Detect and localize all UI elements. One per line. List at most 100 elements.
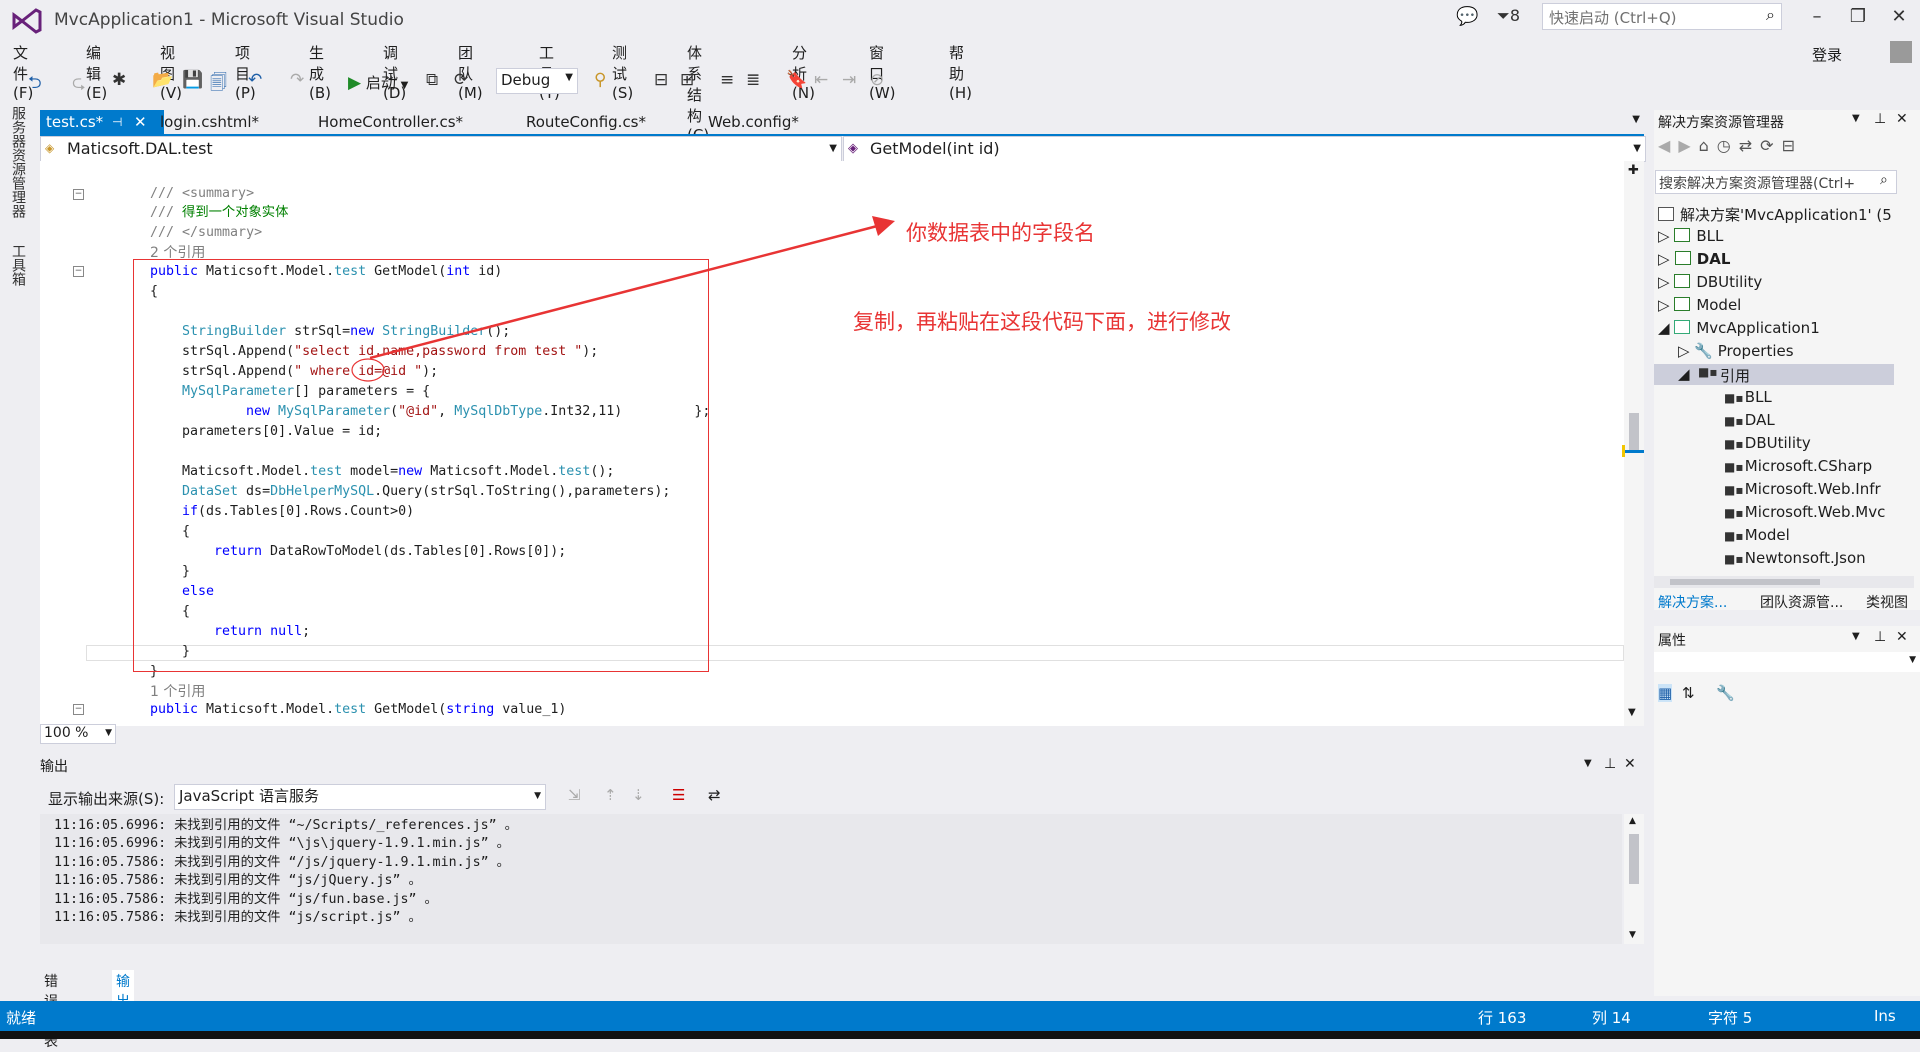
class-navigation-select[interactable]: ◈ Maticsoft.DAL.test ▼ bbox=[40, 136, 842, 162]
panel-menu-icon[interactable]: ▼ bbox=[1852, 113, 1860, 124]
find-message-icon[interactable]: ⇲ bbox=[568, 786, 581, 804]
notification-flag[interactable]: ⏷8 bbox=[1497, 6, 1520, 26]
reference-item[interactable]: ■▪ BLL bbox=[1724, 388, 1772, 406]
start-button[interactable]: ▶ 启动 ▼ bbox=[348, 72, 408, 93]
next-bookmark-icon[interactable]: ⇥ bbox=[842, 70, 856, 90]
prev-message-icon[interactable]: ⇡ bbox=[604, 786, 617, 804]
panel-menu-icon[interactable]: ▼ bbox=[1852, 631, 1860, 642]
output-text-area[interactable]: 11:16:05.6996: 未找到引用的文件 “~/Scripts/_refe… bbox=[40, 814, 1622, 944]
new-project-icon[interactable]: ✱ bbox=[112, 70, 126, 90]
minimize-button[interactable]: – bbox=[1802, 6, 1832, 27]
zoom-select[interactable]: 100 % ▼ bbox=[40, 724, 116, 744]
reference-item[interactable]: ■▪ Microsoft.Web.Infr bbox=[1724, 480, 1881, 498]
forward-icon[interactable]: ⮎ bbox=[72, 70, 86, 99]
pin-icon[interactable]: ⊥ bbox=[1604, 756, 1616, 772]
alphabetical-icon[interactable]: ⇅ bbox=[1682, 684, 1695, 702]
server-explorer-tab[interactable]: 服务器资源管理器 bbox=[8, 106, 28, 218]
forward-icon[interactable]: ▶ bbox=[1678, 136, 1698, 155]
indent-icon[interactable]: ≡ bbox=[720, 70, 734, 90]
attach-icon[interactable]: ⧉ bbox=[426, 70, 438, 90]
tab-overflow-icon[interactable]: ▼ bbox=[1632, 114, 1640, 125]
properties-object-select[interactable]: ▼ bbox=[1654, 652, 1920, 672]
pin-icon[interactable]: ⊥ bbox=[1874, 629, 1886, 645]
comment-icon[interactable]: ⊟ bbox=[654, 70, 668, 90]
tab-homecontroller[interactable]: HomeController.cs* bbox=[312, 110, 469, 135]
quick-launch-input[interactable]: 快速启动 (Ctrl+Q) ⌕ bbox=[1542, 3, 1782, 30]
member-navigation-select[interactable]: ◈ GetModel(int id) ▼ bbox=[843, 136, 1646, 162]
reference-item[interactable]: ■▪ Microsoft.CSharp bbox=[1724, 457, 1872, 475]
reference-item[interactable]: ■▪ DBUtility bbox=[1724, 434, 1811, 452]
outdent-icon[interactable]: ≣ bbox=[746, 70, 760, 90]
next-message-icon[interactable]: ⇣ bbox=[632, 786, 645, 804]
solution-search-input[interactable]: 搜索解决方案资源管理器(Ctrl+ bbox=[1655, 170, 1897, 194]
reference-item[interactable]: ■▪ Newtonsoft.Json bbox=[1724, 549, 1866, 567]
collapse-toggle[interactable]: − bbox=[73, 266, 84, 277]
panel-menu-icon[interactable]: ▼ bbox=[1584, 758, 1592, 769]
save-all-icon[interactable]: 🗐 bbox=[210, 70, 227, 99]
output-scrollbar[interactable]: ▲ ▼ bbox=[1624, 814, 1644, 944]
scroll-down-icon[interactable]: ▼ bbox=[1629, 930, 1636, 940]
collapse-toggle[interactable]: − bbox=[73, 189, 84, 200]
refresh-icon[interactable]: ⟳ bbox=[454, 70, 468, 90]
home-icon[interactable]: ⌂ bbox=[1699, 136, 1717, 155]
find-icon[interactable]: ⚲ bbox=[594, 70, 606, 90]
pin-icon[interactable]: ⊥ bbox=[1874, 111, 1886, 127]
reference-item[interactable]: ■▪ DAL bbox=[1724, 411, 1775, 429]
tab-solution-explorer[interactable]: 解决方案... bbox=[1658, 592, 1727, 612]
word-wrap-icon[interactable]: ⇄ bbox=[708, 786, 721, 804]
close-button[interactable]: ✕ bbox=[1884, 6, 1914, 27]
horizontal-scrollbar[interactable] bbox=[1654, 576, 1914, 588]
prev-bookmark-icon[interactable]: ⇤ bbox=[814, 70, 828, 90]
tab-web-config[interactable]: Web.config* bbox=[702, 110, 805, 135]
tab-class-view[interactable]: 类视图 bbox=[1866, 592, 1908, 612]
project-node-dbutility[interactable]: ▷ DBUtility bbox=[1658, 273, 1762, 291]
redo-icon[interactable]: ↷ bbox=[290, 70, 304, 90]
refresh-icon[interactable]: ⟳ bbox=[1760, 136, 1781, 155]
sync-icon[interactable]: ⇄ bbox=[1739, 136, 1760, 155]
feedback-icon[interactable]: 💬 bbox=[1456, 6, 1478, 27]
collapse-all-icon[interactable]: ⊟ bbox=[1782, 136, 1803, 155]
sign-in-link[interactable]: 登录 bbox=[1812, 44, 1842, 65]
project-node-mvcapplication1[interactable]: ◢ MvcApplication1 bbox=[1658, 319, 1820, 337]
scroll-thumb[interactable] bbox=[1629, 413, 1639, 453]
project-node-dal[interactable]: ▷ DAL bbox=[1658, 250, 1730, 268]
maximize-button[interactable]: ❐ bbox=[1843, 6, 1873, 27]
back-icon[interactable]: ⮌ bbox=[28, 70, 42, 99]
categorized-icon[interactable]: ▦ bbox=[1658, 684, 1673, 702]
output-source-select[interactable]: JavaScript 语言服务 ▼ bbox=[174, 784, 546, 810]
close-icon[interactable]: ✕ bbox=[1896, 629, 1908, 645]
uncomment-icon[interactable]: ⊞ bbox=[680, 70, 694, 90]
property-pages-icon[interactable]: 🔧 bbox=[1716, 684, 1735, 702]
tab-login-cshtml[interactable]: login.cshtml* bbox=[154, 110, 265, 135]
back-icon[interactable]: ◀ bbox=[1658, 136, 1678, 155]
close-icon[interactable]: ✕ bbox=[1896, 111, 1908, 127]
clear-bookmarks-icon[interactable]: ⊘ bbox=[870, 70, 884, 90]
project-node-bll[interactable]: ▷ BLL bbox=[1658, 227, 1723, 245]
scroll-up-icon[interactable]: ▲ bbox=[1629, 816, 1636, 826]
history-icon[interactable]: ◷ bbox=[1717, 136, 1739, 155]
references-node[interactable]: ◢ ■▪ 引用 bbox=[1654, 364, 1894, 385]
reference-item[interactable]: ■▪ Model bbox=[1724, 526, 1790, 544]
undo-icon[interactable]: ↶ bbox=[248, 70, 262, 90]
tab-team-explorer[interactable]: 团队资源管... bbox=[1760, 592, 1843, 612]
scroll-thumb[interactable] bbox=[1670, 579, 1820, 585]
reference-item[interactable]: ■▪ Microsoft.Web.Mvc bbox=[1724, 503, 1885, 521]
bookmark-icon[interactable]: 🔖 bbox=[786, 70, 807, 90]
clear-all-icon[interactable]: ☰ bbox=[672, 786, 685, 804]
close-icon[interactable]: ✕ bbox=[1624, 756, 1636, 772]
save-icon[interactable]: 💾 bbox=[182, 70, 203, 90]
close-icon[interactable]: ✕ bbox=[134, 110, 147, 134]
project-node-model[interactable]: ▷ Model bbox=[1658, 296, 1741, 314]
toolbox-tab[interactable]: 工具箱 bbox=[8, 244, 28, 286]
collapse-toggle[interactable]: − bbox=[73, 704, 84, 715]
tab-routeconfig[interactable]: RouteConfig.cs* bbox=[520, 110, 652, 135]
solution-config-select[interactable]: Debug ▼ bbox=[496, 68, 578, 94]
reference-count-link[interactable]: 1 个引用 bbox=[150, 682, 205, 702]
split-icon[interactable]: ✚ bbox=[1628, 163, 1639, 178]
open-file-icon[interactable]: 📂 bbox=[152, 70, 173, 90]
properties-node[interactable]: ▷ 🔧 Properties bbox=[1678, 342, 1794, 360]
editor-scrollbar[interactable]: ✚ ▼ bbox=[1622, 161, 1644, 726]
tab-test-cs[interactable]: test.cs* ⊣ ✕ bbox=[40, 110, 164, 135]
solution-node[interactable]: 解决方案'MvcApplication1' (5 bbox=[1658, 204, 1892, 225]
pin-icon[interactable]: ⊣ bbox=[112, 110, 122, 134]
